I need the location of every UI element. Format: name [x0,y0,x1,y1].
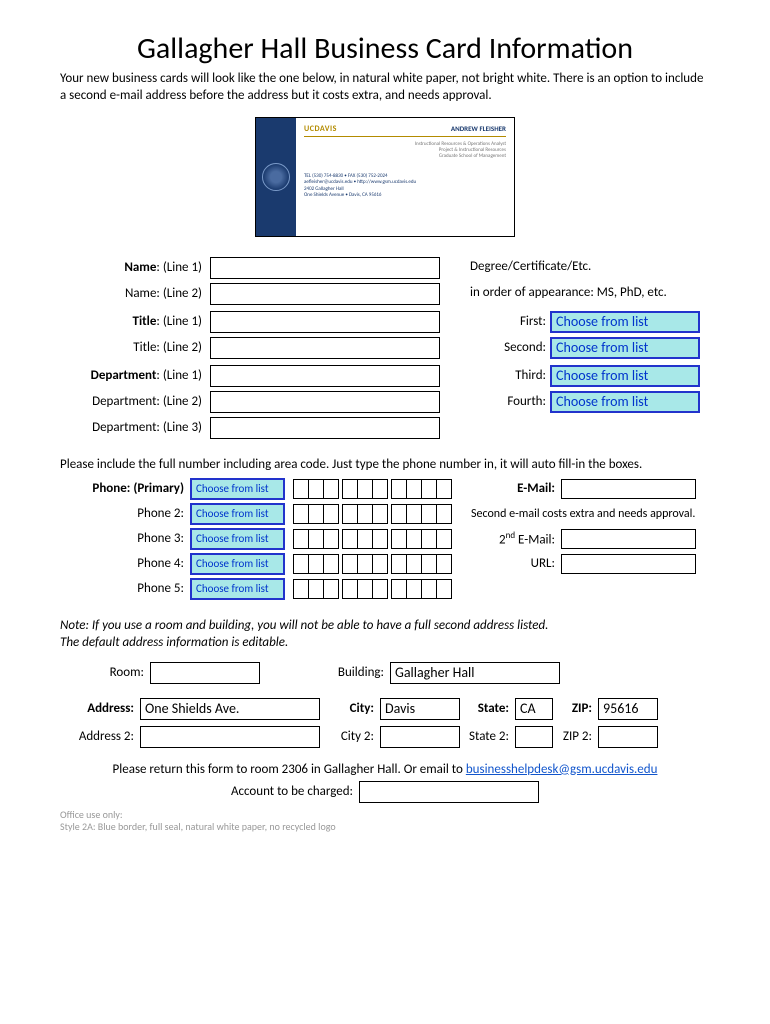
label-title2: Title: (Line 2) [60,340,210,355]
card-brand: UCDAVIS [304,124,337,134]
input-zip[interactable]: 95616 [598,698,658,720]
input-dept3[interactable] [210,417,440,439]
phone1-digits[interactable] [289,479,451,499]
degree-note-l1: Degree/Certificate/Etc. [470,259,710,276]
seal-icon [262,163,290,191]
label-state2: State 2: [460,729,515,744]
dropdown-degree-second[interactable]: Choose from list [550,337,700,359]
input-address[interactable]: One Shields Ave. [140,698,320,720]
label-zip2: ZIP 2: [553,729,598,744]
label-name1: Name: (Line 1) [60,260,210,275]
page-title: Gallagher Hall Business Card Information [60,30,710,67]
label-dept3: Department: (Line 3) [60,420,210,435]
label-phone4: Phone 4: [60,556,190,571]
label-phone1: Phone: (Primary) [60,481,190,496]
second-email-note: Second e-mail costs extra and needs appr… [471,507,695,521]
input-city2[interactable] [380,726,460,748]
input-name2[interactable] [210,283,440,305]
input-dept2[interactable] [210,391,440,413]
card-addr2: One Shields Avenue • Davis, CA 95616 [304,192,506,199]
label-dept1: Department: (Line 1) [60,368,210,383]
return-email-link[interactable]: businesshelpdesk@gsm.ucdavis.edu [466,762,658,777]
office-use: Office use only: Style 2A: Blue border, … [60,809,710,833]
input-address2[interactable] [140,726,320,748]
label-dept2: Department: (Line 2) [60,394,210,409]
input-zip2[interactable] [598,726,658,748]
dropdown-degree-third[interactable]: Choose from list [550,365,700,387]
degree-note-l2: in order of appearance: MS, PhD, etc. [470,285,710,302]
card-name: ANDREW FLEISHER [451,124,506,133]
label-city: City: [320,701,380,716]
dropdown-phone3-type[interactable]: Choose from list [190,528,285,550]
label-address: Address: [60,701,140,716]
address-note: Note: If you use a room and building, yo… [60,618,710,652]
label-city2: City 2: [320,729,380,744]
label-third: Third: [470,368,550,383]
phone-instructions: Please include the full number including… [60,457,710,472]
label-phone2: Phone 2: [60,506,190,521]
phone5-digits[interactable] [289,579,451,599]
dropdown-phone5-type[interactable]: Choose from list [190,578,285,600]
input-title2[interactable] [210,337,440,359]
return-note: Please return this form to room 2306 in … [60,762,710,777]
input-name1[interactable] [210,257,440,279]
label-first: First: [470,314,550,329]
label-name2: Name: (Line 2) [60,286,210,301]
dropdown-phone2-type[interactable]: Choose from list [190,503,285,525]
input-city[interactable]: Davis [380,698,460,720]
dropdown-phone4-type[interactable]: Choose from list [190,553,285,575]
label-phone3: Phone 3: [60,531,190,546]
label-second: Second: [470,340,550,355]
label-address2: Address 2: [60,729,140,744]
phone2-digits[interactable] [289,504,451,524]
label-state: State: [460,701,515,716]
label-url: URL: [471,556,561,571]
label-email: E-Mail: [471,481,561,496]
input-dept1[interactable] [210,365,440,387]
input-email2[interactable] [561,529,696,549]
input-building[interactable]: Gallagher Hall [390,662,560,684]
dropdown-degree-fourth[interactable]: Choose from list [550,391,700,413]
label-zip: ZIP: [553,701,598,716]
label-title1: Title: (Line 1) [60,314,210,329]
dropdown-degree-first[interactable]: Choose from list [550,311,700,333]
intro-text: Your new business cards will look like t… [60,71,710,105]
label-fourth: Fourth: [470,394,550,409]
card-preview: UCDAVIS ANDREW FLEISHER Instructional Re… [255,117,515,237]
input-state[interactable]: CA [515,698,553,720]
input-title1[interactable] [210,311,440,333]
input-room[interactable] [150,662,260,684]
dropdown-phone1-type[interactable]: Choose from list [190,478,285,500]
phone4-digits[interactable] [289,554,451,574]
card-line3: Graduate School of Management [304,153,506,159]
label-account: Account to be charged: [231,784,359,799]
label-building: Building: [260,665,390,680]
input-account[interactable] [359,781,539,803]
input-url[interactable] [561,554,696,574]
label-email2: 2nd E-Mail: [471,530,561,547]
phone3-digits[interactable] [289,529,451,549]
label-phone5: Phone 5: [60,581,190,596]
label-room: Room: [60,665,150,680]
input-state2[interactable] [515,726,553,748]
input-email[interactable] [561,479,696,499]
